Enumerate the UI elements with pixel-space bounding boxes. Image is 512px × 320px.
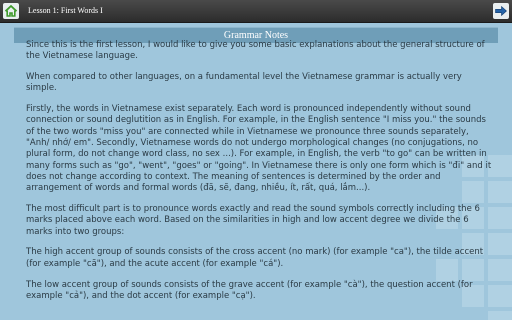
paragraph: The low accent group of sounds consists … [26, 279, 473, 301]
paragraph: The high accent group of sounds consists… [26, 247, 484, 269]
lesson-content[interactable]: Since this is the first lesson, I would … [26, 40, 492, 320]
arrow-right-icon [493, 4, 509, 23]
home-button[interactable] [3, 3, 19, 19]
home-icon [3, 4, 19, 23]
next-button[interactable] [493, 3, 509, 19]
paragraph: Firstly, the words in Vietnamese exist s… [26, 104, 492, 194]
paragraph: Since this is the first lesson, I would … [26, 40, 485, 62]
paragraph: When compared to other languages, on a f… [26, 72, 462, 94]
lesson-title: Lesson 1: First Words I [28, 6, 103, 15]
top-bar: Lesson 1: First Words I [0, 0, 512, 23]
paragraph: The most difficult part is to pronounce … [26, 204, 480, 237]
